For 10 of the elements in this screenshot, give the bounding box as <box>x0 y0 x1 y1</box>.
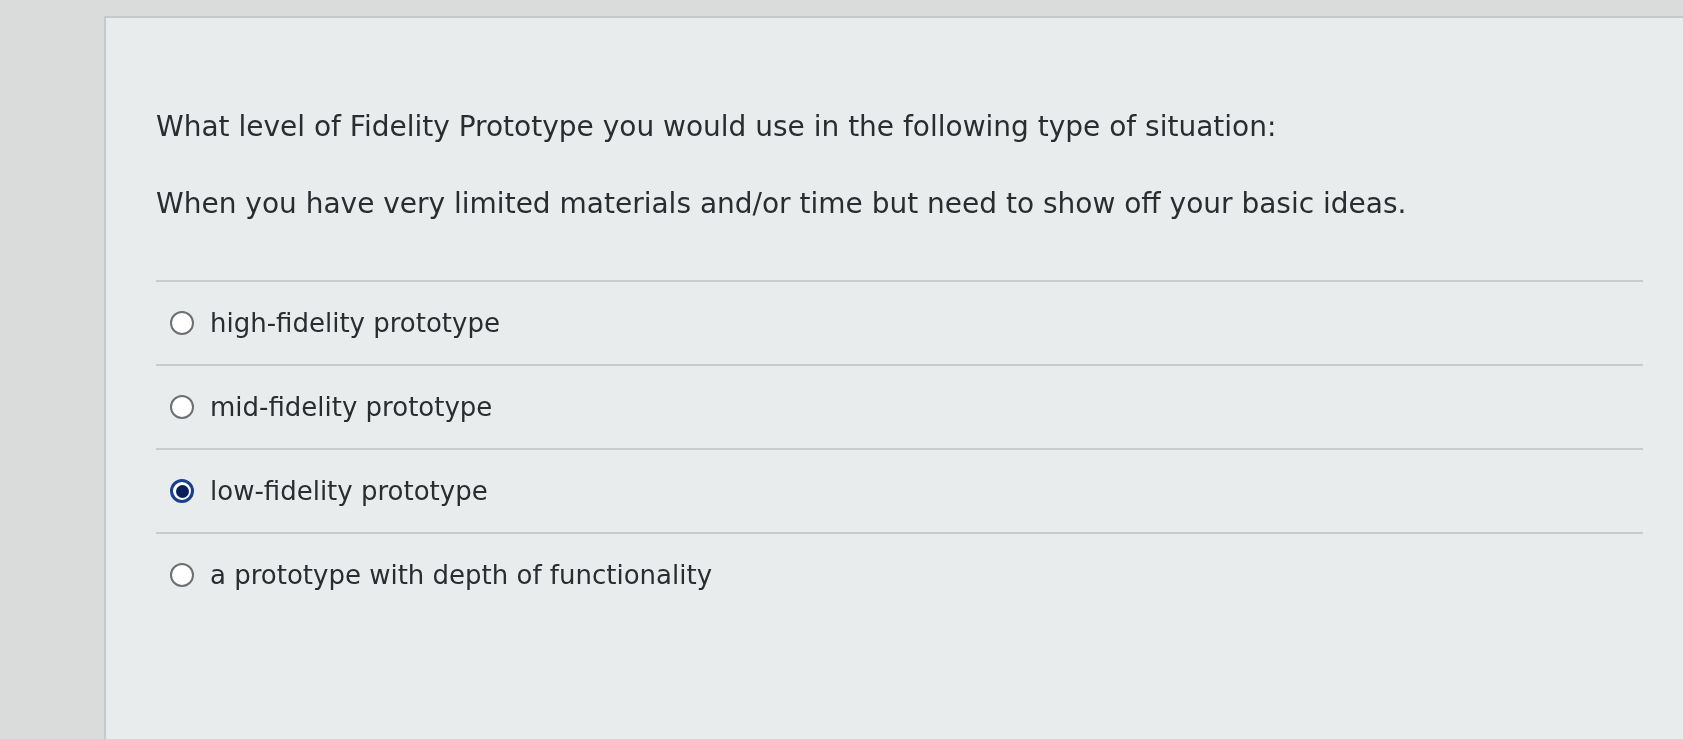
situation-text: When you have very limited materials and/or time but need to show off your basic ideas. <box>156 187 1408 220</box>
radio-button[interactable] <box>170 311 194 335</box>
question-text: What level of Fidelity Prototype you would use in the following type of situation: <box>156 110 1278 143</box>
radio-button[interactable] <box>170 395 194 419</box>
radio-button[interactable] <box>170 479 194 503</box>
answer-label[interactable]: high-fidelity prototype <box>210 308 500 338</box>
answer-label[interactable]: a prototype with depth of functionality <box>210 560 713 590</box>
answer-label[interactable]: low-fidelity prototype <box>210 476 488 506</box>
answer-label[interactable]: mid-fidelity prototype <box>210 392 493 422</box>
radio-button[interactable] <box>170 563 194 587</box>
